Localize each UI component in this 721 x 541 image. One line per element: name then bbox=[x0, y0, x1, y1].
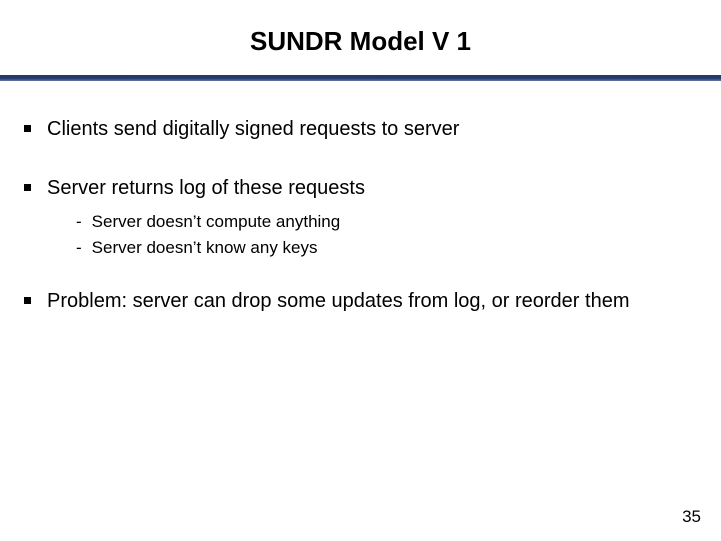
sub-bullet-item: - Server doesn’t compute anything bbox=[76, 211, 697, 233]
bullet-text: Clients send digitally signed requests t… bbox=[47, 117, 459, 142]
page-number: 35 bbox=[682, 507, 701, 527]
slide: SUNDR Model V 1 Clients send digitally s… bbox=[0, 0, 721, 541]
square-bullet-icon bbox=[24, 297, 31, 304]
dash-icon: - bbox=[76, 237, 82, 259]
sub-bullet-text: Server doesn’t know any keys bbox=[92, 237, 318, 259]
slide-title: SUNDR Model V 1 bbox=[0, 0, 721, 75]
content-area: Clients send digitally signed requests t… bbox=[0, 81, 721, 314]
dash-icon: - bbox=[76, 211, 82, 233]
bullet-text: Server returns log of these requests bbox=[47, 176, 365, 201]
bullet-text: Problem: server can drop some updates fr… bbox=[47, 289, 629, 314]
square-bullet-icon bbox=[24, 184, 31, 191]
bullet-item: Server returns log of these requests bbox=[24, 176, 697, 201]
square-bullet-icon bbox=[24, 125, 31, 132]
bullet-item: Clients send digitally signed requests t… bbox=[24, 117, 697, 142]
sub-bullet-text: Server doesn’t compute anything bbox=[92, 211, 341, 233]
sub-bullet-group: - Server doesn’t compute anything - Serv… bbox=[76, 211, 697, 259]
bullet-item: Problem: server can drop some updates fr… bbox=[24, 289, 697, 314]
sub-bullet-item: - Server doesn’t know any keys bbox=[76, 237, 697, 259]
